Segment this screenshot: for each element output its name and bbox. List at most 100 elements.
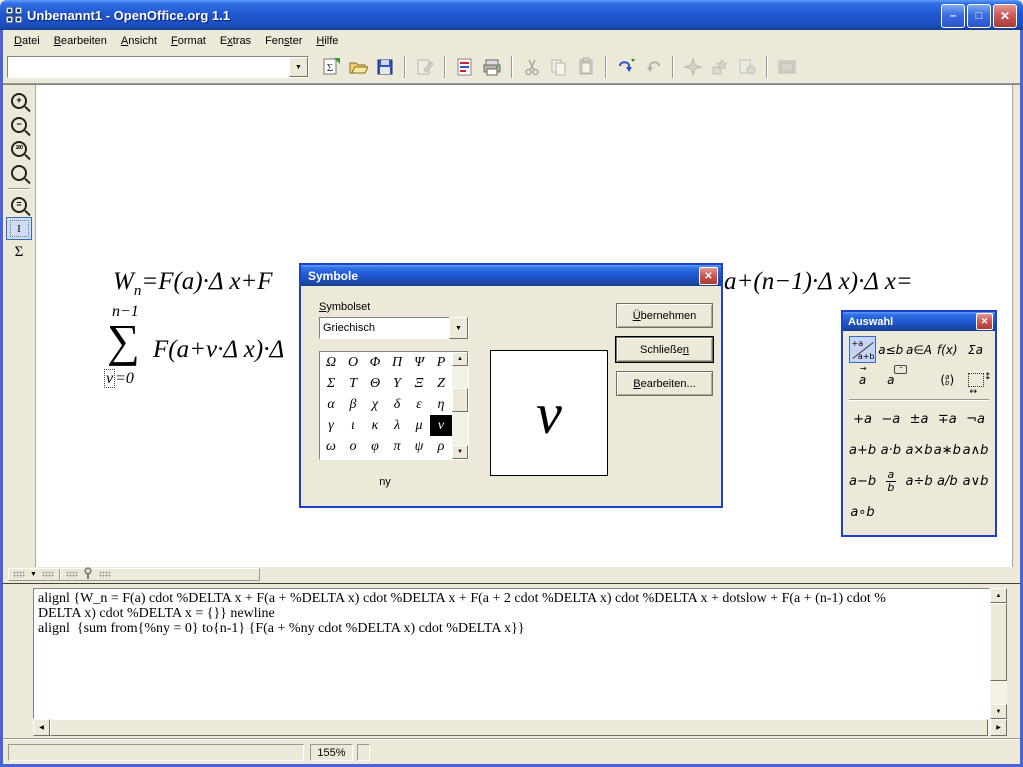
symbol-cell-ο[interactable]: ο (342, 436, 364, 457)
category-formats[interactable]: ↕↔ (962, 366, 989, 393)
operator-a+b[interactable]: a+b (849, 440, 876, 460)
hide-arrow-icon[interactable]: ▼ (30, 571, 37, 578)
symbol-cell-ε[interactable]: ε (408, 394, 430, 415)
symbols-dialog-titlebar[interactable]: Symbole ✕ (301, 265, 721, 286)
command-hscrollbar[interactable]: ◀ ▶ (33, 719, 1007, 736)
symbol-cell-Ο[interactable]: Ο (342, 352, 364, 373)
scroll-up-icon[interactable]: ▲ (990, 588, 1007, 603)
operator-a∨b[interactable]: a∨b (962, 471, 989, 491)
close-button[interactable]: ✕ (993, 4, 1017, 28)
symbol-cell-λ[interactable]: λ (386, 415, 408, 436)
symbol-cell-ρ[interactable]: ρ (430, 436, 452, 457)
menu-fenster[interactable]: Fenster (258, 33, 309, 49)
symbolset-combobox[interactable]: Griechisch ▼ (319, 317, 469, 339)
symbol-cell-ι[interactable]: ι (342, 415, 364, 436)
pin-icon[interactable] (83, 567, 94, 582)
zoom-level[interactable]: 155% (310, 744, 353, 761)
menu-ansicht[interactable]: Ansicht (114, 33, 164, 49)
operator-¬a[interactable]: ¬a (962, 409, 989, 429)
scroll-left-icon[interactable]: ◀ (33, 719, 50, 736)
symbol-cell-Ρ[interactable]: Ρ (430, 352, 452, 373)
operator-±a[interactable]: ±a (906, 409, 933, 429)
symbol-cell-χ[interactable]: χ (364, 394, 386, 415)
symbol-grid-scrollbar[interactable]: ▲ ▼ (452, 352, 468, 459)
operator-∓a[interactable]: ∓a (934, 409, 961, 429)
update-view-icon[interactable]: = (6, 193, 32, 216)
zoom-100-icon[interactable]: 100 (6, 137, 32, 160)
scroll-down-icon[interactable]: ▼ (990, 704, 1007, 719)
title-bar[interactable]: Unbenannt1 - OpenOffice.org 1.1 – □ ✕ (0, 0, 1023, 30)
selection-palette-titlebar[interactable]: Auswahl ✕ (843, 312, 995, 331)
operator-+a[interactable]: +a (849, 409, 876, 429)
save-document-icon[interactable] (373, 55, 397, 79)
category-set-operations[interactable]: a∈A (906, 336, 933, 363)
menu-format[interactable]: Format (164, 33, 213, 49)
zoom-in-icon[interactable]: + (6, 89, 32, 112)
operator-fraction[interactable]: ab (877, 471, 904, 491)
symbol-cell-μ[interactable]: μ (408, 415, 430, 436)
menu-datei[interactable]: Datei (7, 33, 47, 49)
operator-a∘b[interactable]: a∘b (849, 502, 876, 522)
drag-grip-icon[interactable] (42, 571, 54, 578)
symbol-cell-α[interactable]: α (320, 394, 342, 415)
category-brackets[interactable]: (ab) (934, 366, 961, 393)
symbol-cell-Ξ[interactable]: Ξ (408, 373, 430, 394)
category-attributes[interactable]: →a (849, 366, 876, 393)
symbol-cell-Π[interactable]: Π (386, 352, 408, 373)
scroll-down-icon[interactable]: ▼ (452, 445, 468, 459)
print-file-icon[interactable] (480, 55, 504, 79)
category-operators[interactable]: Σa (962, 336, 989, 363)
open-document-icon[interactable] (346, 55, 370, 79)
operator-a−b[interactable]: a−b (849, 471, 876, 491)
zoom-out-icon[interactable]: − (6, 113, 32, 136)
symbolset-dropdown-icon[interactable]: ▼ (449, 317, 468, 339)
undo-icon[interactable] (614, 55, 638, 79)
symbol-cell-η[interactable]: η (430, 394, 452, 415)
symbol-cell-Τ[interactable]: Τ (342, 373, 364, 394)
menu-bearbeiten[interactable]: Bearbeiten (47, 33, 114, 49)
zoom-page-icon[interactable] (6, 161, 32, 184)
symbol-cell-Φ[interactable]: Φ (364, 352, 386, 373)
symbol-cell-Θ[interactable]: Θ (364, 373, 386, 394)
operator-a∧b[interactable]: a∧b (962, 440, 989, 460)
symbol-cell-Ω[interactable]: Ω (320, 352, 342, 373)
scroll-thumb[interactable] (452, 388, 468, 412)
symbol-cell-γ[interactable]: γ (320, 415, 342, 436)
uebernehmen-button[interactable]: Übernehmen (616, 303, 713, 328)
url-combobox[interactable]: ▼ (7, 56, 309, 78)
operator-a·b[interactable]: a·b (877, 440, 904, 460)
category-unary-binary-operators[interactable]: +aa+b (849, 336, 876, 363)
drag-grip-icon[interactable] (99, 571, 111, 578)
command-text[interactable]: alignl {W_n = F(a) cdot %DELTA x + F(a +… (33, 588, 990, 719)
symbol-cell-φ[interactable]: φ (364, 436, 386, 457)
selected-nu[interactable]: ν (104, 369, 115, 388)
category-others[interactable]: ···a (877, 366, 904, 393)
operator-a∗b[interactable]: a∗b (934, 440, 961, 460)
scroll-up-icon[interactable]: ▲ (452, 352, 468, 366)
symbol-cell-κ[interactable]: κ (364, 415, 386, 436)
symbol-cell-ψ[interactable]: ψ (408, 436, 430, 457)
symbol-cell-Σ[interactable]: Σ (320, 373, 342, 394)
palette-close-icon[interactable]: ✕ (976, 313, 993, 330)
minimize-button[interactable]: – (941, 4, 965, 28)
symbol-cell-ω[interactable]: ω (320, 436, 342, 457)
scroll-thumb[interactable] (50, 719, 988, 736)
symbol-cell-δ[interactable]: δ (386, 394, 408, 415)
scroll-right-icon[interactable]: ▶ (990, 719, 1007, 736)
symbol-cell-Ψ[interactable]: Ψ (408, 352, 430, 373)
category-functions[interactable]: f(x) (934, 336, 961, 363)
command-vscrollbar[interactable]: ▲ ▼ (990, 588, 1007, 719)
scroll-thumb[interactable] (990, 603, 1007, 681)
symbol-cell-π[interactable]: π (386, 436, 408, 457)
menu-extras[interactable]: Extras (213, 33, 258, 49)
operator-a×b[interactable]: a×b (905, 440, 932, 460)
drag-grip-icon[interactable] (66, 571, 78, 578)
symbol-cell-Ζ[interactable]: Ζ (430, 373, 452, 394)
operator-a÷b[interactable]: a÷b (906, 471, 933, 491)
bearbeiten-button[interactable]: Bearbeiten... (616, 371, 713, 396)
symbol-cell-ν[interactable]: ν (430, 415, 452, 436)
symbol-cell-Υ[interactable]: Υ (386, 373, 408, 394)
drag-grip-icon[interactable] (13, 571, 25, 578)
maximize-button[interactable]: □ (967, 4, 991, 28)
schliessen-button[interactable]: Schließen (616, 337, 713, 362)
